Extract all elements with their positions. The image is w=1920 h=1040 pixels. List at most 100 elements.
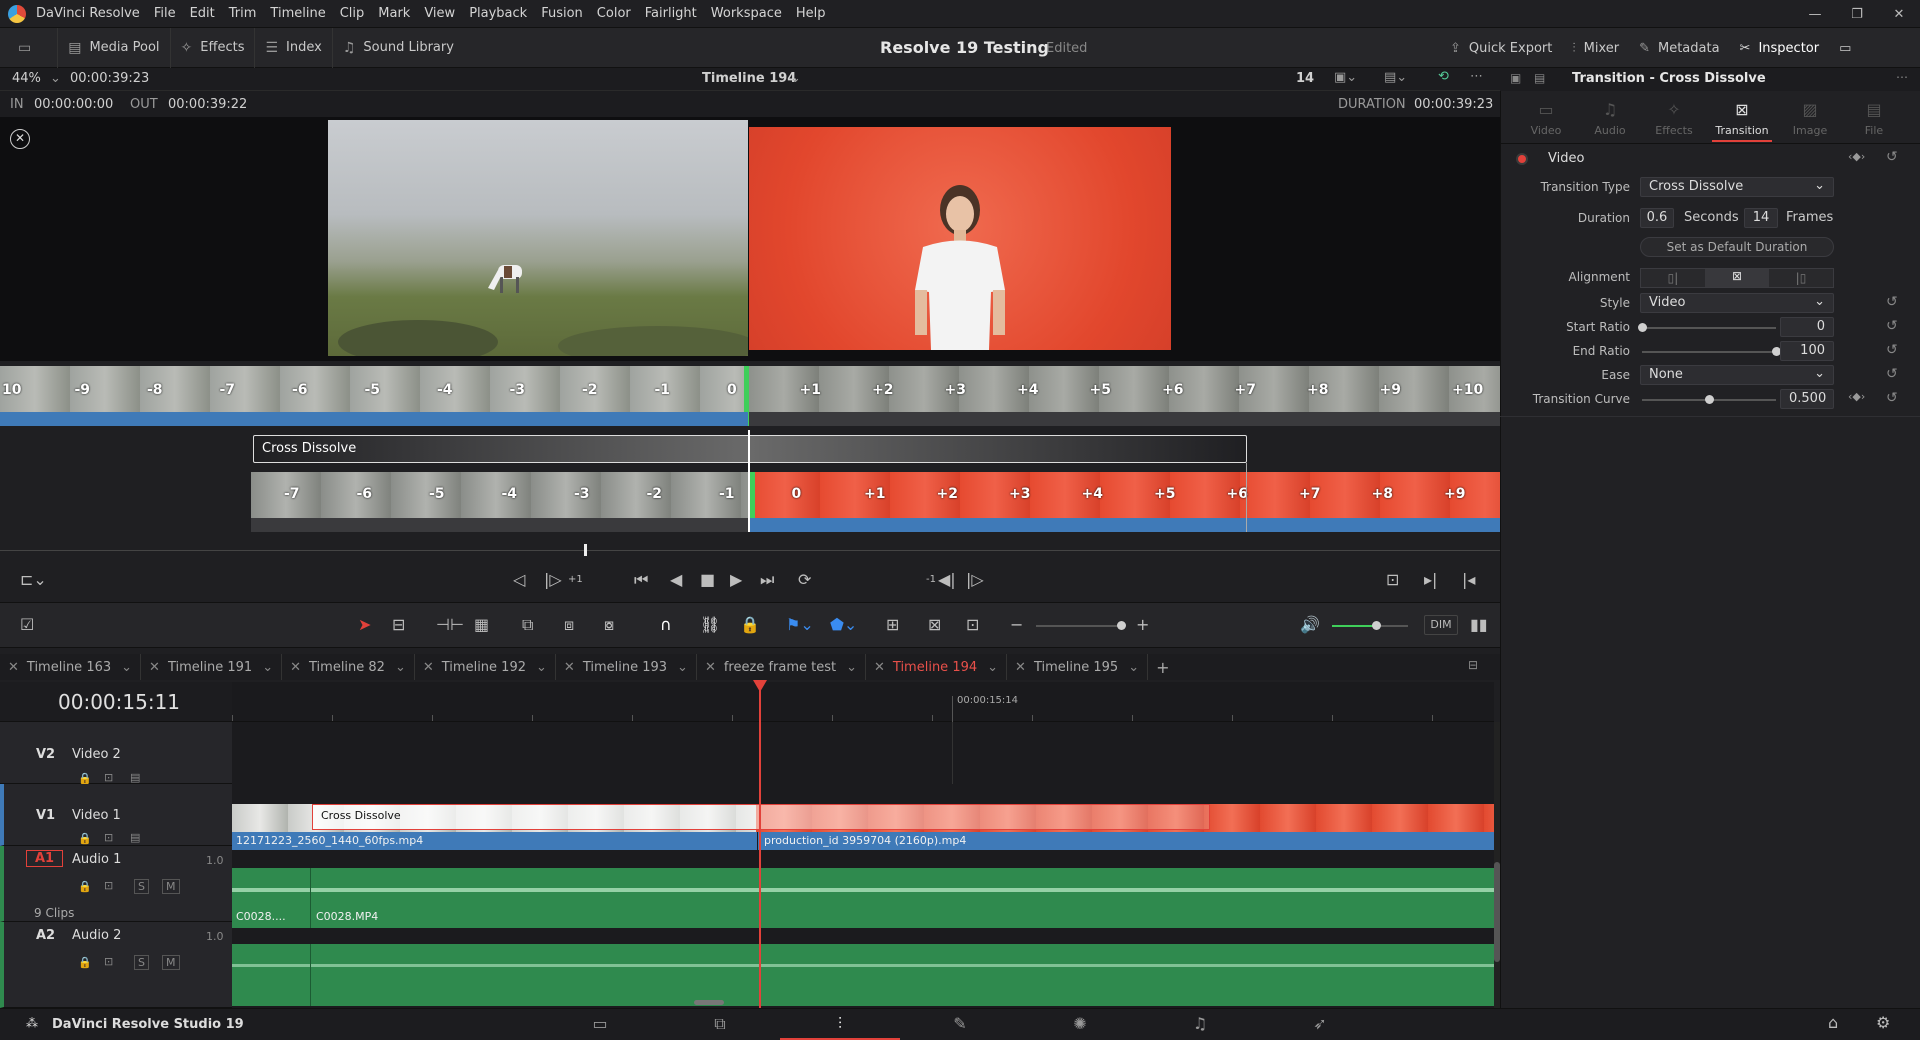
trim-left-icon[interactable]: ◀| <box>938 570 956 589</box>
reset-icon[interactable]: ↺ <box>1886 318 1898 334</box>
inspector-tab-audio[interactable]: Audio <box>1580 124 1640 137</box>
menu-fairlight[interactable]: Fairlight <box>645 6 697 21</box>
lock-icon[interactable]: 🔒 <box>78 832 92 845</box>
media-pool-button[interactable]: ▤ Media Pool <box>58 27 171 68</box>
zoom-level[interactable]: 44% <box>12 71 41 86</box>
volume-knob[interactable] <box>1372 621 1381 630</box>
tab-freeze-frame-test[interactable]: ✕ freeze frame test ⌄ <box>697 654 866 680</box>
add-tab-icon[interactable]: + <box>1148 654 1177 680</box>
reset-icon[interactable]: ↺ <box>1886 342 1898 358</box>
transition-type-select[interactable]: Cross Dissolve ⌄ <box>1640 177 1834 197</box>
chevron-down-icon[interactable]: ⌄ <box>987 660 998 675</box>
cut-page-icon[interactable]: ⧉ <box>660 1014 780 1034</box>
position-lock-icon[interactable]: 🔒 <box>740 615 760 634</box>
inspector-tab-file[interactable]: File <box>1844 124 1904 137</box>
overwrite-clip-icon[interactable]: ⧈ <box>564 615 574 635</box>
dynamic-trim-icon[interactable]: ⊣⊢ <box>436 615 464 634</box>
sound-library-button[interactable]: ♫ Sound Library <box>333 28 464 68</box>
video-section-toggle[interactable] <box>1516 153 1528 165</box>
inspector-file-tab-icon[interactable]: ▤ <box>1844 100 1904 119</box>
end-ratio-slider[interactable] <box>1642 351 1776 353</box>
zoom-out-icon[interactable]: − <box>1010 615 1023 634</box>
audio-meter-icon[interactable]: ▮▮ <box>1470 615 1488 634</box>
stop-icon[interactable]: ■ <box>700 570 715 589</box>
crop-icon[interactable]: ⊏⌄ <box>20 570 47 589</box>
nudge-left-icon[interactable]: ◁ <box>513 570 525 589</box>
auto-select-icon[interactable]: ⊡ <box>104 955 113 968</box>
menu-file[interactable]: File <box>154 6 176 21</box>
menu-clip[interactable]: Clip <box>340 6 365 21</box>
timeline-selector[interactable]: Timeline 194 <box>702 71 796 86</box>
go-to-start-icon[interactable]: ⏮ <box>634 570 648 590</box>
end-ratio-input[interactable]: 100 <box>1780 341 1834 361</box>
inspector-split-icon[interactable]: ▤ <box>1534 71 1545 85</box>
more-options-icon[interactable]: ⋯ <box>1470 69 1483 84</box>
inspector-video-tab-icon[interactable]: ▭ <box>1516 100 1576 119</box>
maximize-icon[interactable]: ❐ <box>1836 7 1878 22</box>
timeline-lanes[interactable]: Cross Dissolve 12171223_2560_1440_60fps.… <box>232 722 1500 1008</box>
close-tab-icon[interactable]: ✕ <box>149 660 160 675</box>
menu-playback[interactable]: Playback <box>469 6 527 21</box>
reset-icon[interactable]: ↺ <box>1886 390 1898 406</box>
track-a1[interactable]: A1 Audio 1 1.0 🔒 ⊡ S M 9 Clips <box>0 846 232 922</box>
chevron-down-icon[interactable]: ⌄ <box>1128 660 1139 675</box>
tab-overflow-icon[interactable]: ⊟ <box>1468 658 1478 672</box>
chevron-down-icon[interactable]: ⌄ <box>790 71 801 86</box>
more-options-icon[interactable]: ⋯ <box>1896 70 1908 84</box>
tab-timeline-82[interactable]: ✕ Timeline 82 ⌄ <box>282 654 415 680</box>
timeline-options-icon[interactable]: ☑ <box>20 615 34 634</box>
media-page-icon[interactable]: ▭ <box>540 1014 660 1033</box>
close-tab-icon[interactable]: ✕ <box>290 660 301 675</box>
home-icon[interactable]: ⌂ <box>1828 1013 1838 1032</box>
reverse-play-icon[interactable]: ◀ <box>670 570 682 589</box>
close-tab-icon[interactable]: ✕ <box>423 660 434 675</box>
menu-mark[interactable]: Mark <box>378 6 410 21</box>
auto-select-icon[interactable]: ⊡ <box>104 879 113 892</box>
align-start-icon[interactable]: |▯ <box>1769 271 1833 285</box>
deliver-page-icon[interactable]: ➶ <box>1260 1014 1380 1033</box>
inspector-transition-tab-icon[interactable]: ⊠ <box>1712 100 1772 119</box>
chevron-down-icon[interactable]: ⌄ <box>262 660 273 675</box>
minimize-icon[interactable]: — <box>1794 7 1836 22</box>
inspector-image-tab-icon[interactable]: ▨ <box>1780 100 1840 119</box>
keyframe-nav-icon[interactable]: ‹◆› <box>1848 150 1865 163</box>
transition-curve-input[interactable]: 0.500 <box>1780 389 1834 409</box>
audio-clip-a1[interactable]: C0028.... C0028.MP4 <box>232 868 1494 928</box>
chevron-down-icon[interactable]: ⌄ <box>677 660 688 675</box>
viewer-options-icon[interactable]: ▣⌄ <box>1334 70 1357 85</box>
ease-select[interactable]: None ⌄ <box>1640 365 1834 385</box>
lock-icon[interactable]: 🔒 <box>78 880 92 893</box>
inspector-layout-icon[interactable]: ▣ <box>1510 71 1521 85</box>
zoom-slider-knob[interactable] <box>1117 621 1126 630</box>
zoom-custom-icon[interactable]: ⊡ <box>966 615 979 634</box>
reset-icon[interactable]: ↺ <box>1886 149 1898 165</box>
index-button[interactable]: ☰ Index <box>255 27 333 68</box>
selection-tool-icon[interactable]: ➤ <box>358 615 371 634</box>
tab-timeline-163[interactable]: ✕ Timeline 163 ⌄ <box>0 654 142 680</box>
inspector-audio-tab-icon[interactable]: ♫ <box>1580 100 1640 119</box>
keyframe-nav-icon[interactable]: ‹◆› <box>1848 390 1865 403</box>
sync-icon[interactable]: ⟲ <box>1438 69 1449 84</box>
zoom-in-icon[interactable]: + <box>1136 615 1149 634</box>
tab-timeline-191[interactable]: ✕ Timeline 191 ⌄ <box>141 654 283 680</box>
loop-playback-icon[interactable]: ⊡ <box>1386 570 1399 589</box>
panel-toggle-icon[interactable]: ▭ <box>0 27 59 68</box>
auto-select-icon[interactable]: ⊡ <box>104 831 113 844</box>
reset-icon[interactable]: ↺ <box>1886 294 1898 310</box>
duration-frames-input[interactable]: 14 <box>1744 208 1778 228</box>
scrubber-handle[interactable] <box>584 544 587 556</box>
menu-color[interactable]: Color <box>597 6 631 21</box>
style-select[interactable]: Video ⌄ <box>1640 293 1834 313</box>
dim-button[interactable]: DIM <box>1424 615 1458 635</box>
chevron-down-icon[interactable]: ⌄ <box>121 660 132 675</box>
close-tab-icon[interactable]: ✕ <box>705 660 716 675</box>
menu-app[interactable]: DaVinci Resolve <box>36 6 140 21</box>
track-v1[interactable]: V1 Video 1 🔒 ⊡ ▤ <box>0 784 232 846</box>
monitor-icon[interactable]: ▭ <box>1829 28 1861 68</box>
blade-tool-icon[interactable]: ▦ <box>474 615 489 634</box>
play-around-icon[interactable]: |▷ <box>544 570 562 589</box>
close-icon[interactable]: ✕ <box>10 129 30 149</box>
zoom-slider[interactable] <box>1036 625 1124 627</box>
close-tab-icon[interactable]: ✕ <box>564 660 575 675</box>
flag-icon[interactable]: ⚑⌄ <box>786 615 814 634</box>
